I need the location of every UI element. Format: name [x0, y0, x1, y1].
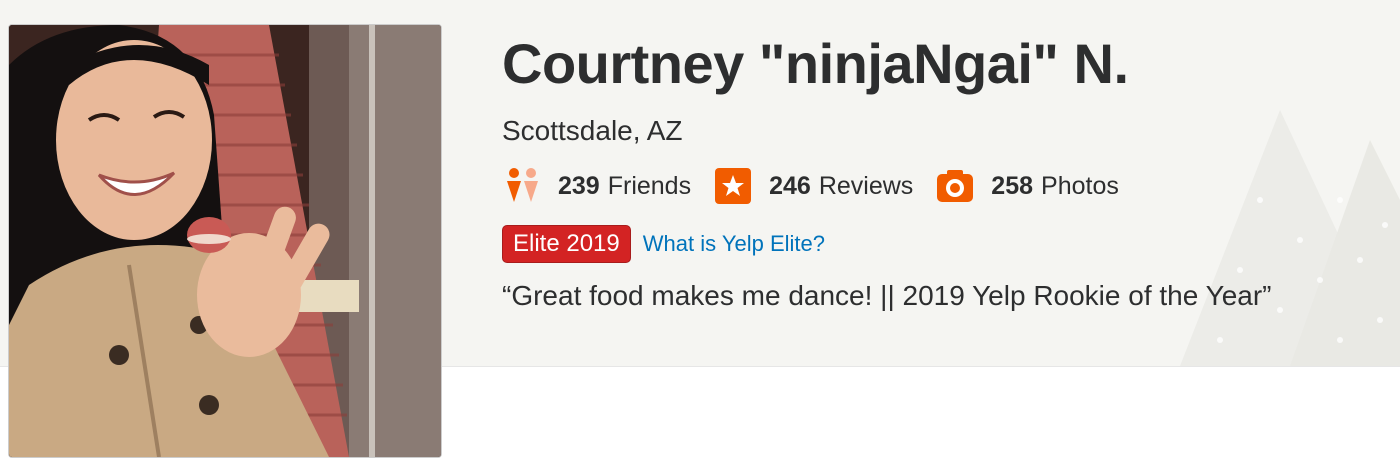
photos-label: Photos [1041, 172, 1119, 200]
photos-count: 258 [991, 172, 1034, 200]
camera-icon [937, 170, 974, 202]
reviews-label: Reviews [818, 172, 914, 200]
elite-row: Elite 2019 What is Yelp Elite? [502, 224, 825, 264]
star-icon [715, 168, 752, 204]
profile-tagline: “Great food makes me dance! || 2019 Yelp… [502, 280, 1272, 311]
friends-icon [507, 168, 538, 202]
friends-label: Friends [607, 172, 692, 200]
friends-count: 239 [558, 172, 600, 200]
profile-location: Scottsdale, AZ [502, 115, 683, 146]
profile-name: Courtney "ninjaNgai" N. [502, 32, 1129, 95]
elite-badge[interactable]: Elite 2019 [502, 225, 631, 263]
profile-photo-image [9, 25, 441, 457]
reviews-count: 246 [769, 172, 811, 200]
profile-stats: 239 Friends 246 Reviews 258 Photos [502, 166, 1141, 206]
photos-stat[interactable]: 258 Photos [935, 166, 1119, 206]
profile-photo[interactable] [8, 24, 442, 458]
what-is-elite-link[interactable]: What is Yelp Elite? [643, 231, 825, 257]
friends-stat[interactable]: 239 Friends [502, 166, 691, 206]
reviews-stat[interactable]: 246 Reviews [713, 166, 913, 206]
